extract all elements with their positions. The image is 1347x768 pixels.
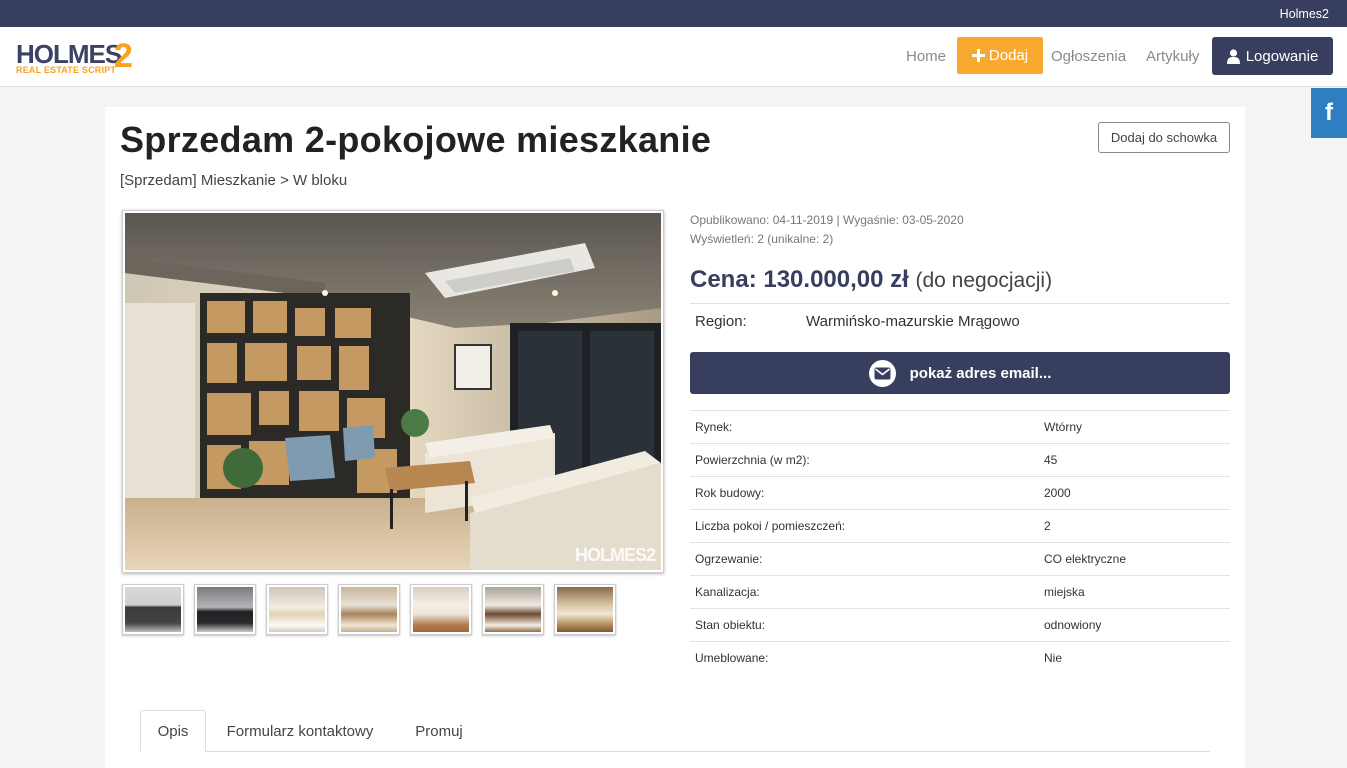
site-name: Holmes2 bbox=[1279, 7, 1329, 21]
logo-text: HOLMES bbox=[16, 39, 122, 69]
region-label: Region: bbox=[695, 313, 747, 330]
attribute-label: Powierzchnia (w m2): bbox=[690, 443, 1039, 477]
tab-description[interactable]: Opis bbox=[140, 710, 206, 752]
nav-home-link[interactable]: Home bbox=[906, 48, 946, 65]
attribute-value: miejska bbox=[1039, 575, 1230, 609]
top-bar: Holmes2 bbox=[0, 0, 1347, 27]
tab-contact-form[interactable]: Formularz kontaktowy bbox=[210, 710, 390, 752]
divider bbox=[690, 303, 1230, 304]
region-value: Warmińsko-mazurskie Mrągowo bbox=[806, 313, 1020, 330]
add-listing-button[interactable]: Dodaj bbox=[957, 37, 1043, 74]
listing-card: Sprzedam 2-pokojowe mieszkanie Dodaj do … bbox=[105, 107, 1245, 768]
thumbnail-6[interactable] bbox=[482, 584, 544, 635]
table-row: Stan obiektu: odnowiony bbox=[690, 608, 1230, 642]
attribute-label: Liczba pokoi / pomieszczeń: bbox=[690, 509, 1039, 543]
logo[interactable]: HOLMES 2 REAL ESTATE SCRIPT bbox=[16, 37, 138, 76]
facebook-icon: f bbox=[1325, 99, 1333, 126]
login-label: Logowanie bbox=[1245, 47, 1319, 65]
price-note: (do negocjacji) bbox=[915, 269, 1053, 292]
login-button[interactable]: Logowanie bbox=[1212, 37, 1333, 75]
tab-promote[interactable]: Promuj bbox=[398, 710, 480, 752]
logo-number: 2 bbox=[114, 37, 133, 75]
thumbnail-1[interactable] bbox=[122, 584, 184, 635]
attribute-value: odnowiony bbox=[1039, 608, 1230, 642]
nav-listings-link[interactable]: Ogłoszenia bbox=[1051, 48, 1126, 65]
logo-tagline: REAL ESTATE SCRIPT bbox=[16, 65, 117, 75]
table-row: Ogrzewanie: CO elektryczne bbox=[690, 542, 1230, 576]
table-row: Rynek: Wtórny bbox=[690, 410, 1230, 444]
attribute-label: Rynek: bbox=[690, 410, 1039, 444]
thumbnail-7[interactable] bbox=[554, 584, 616, 635]
envelope-icon bbox=[868, 359, 896, 387]
main-photo-image: HOLMES2 bbox=[125, 213, 661, 570]
price-label: Cena: bbox=[690, 266, 757, 293]
table-row: Kanalizacja: miejska bbox=[690, 575, 1230, 609]
table-row: Powierzchnia (w m2): 45 bbox=[690, 443, 1230, 477]
attribute-value: 2000 bbox=[1039, 476, 1230, 510]
attribute-label: Stan obiektu: bbox=[690, 608, 1039, 642]
plus-icon bbox=[971, 49, 985, 62]
attribute-value: Nie bbox=[1039, 641, 1230, 675]
main-photo[interactable]: HOLMES2 bbox=[122, 210, 664, 573]
listing-meta: Opublikowano: 04-11-2019 | Wygaśnie: 03-… bbox=[690, 211, 964, 249]
show-email-button[interactable]: pokaż adres email... bbox=[690, 352, 1230, 394]
thumbnail-2[interactable] bbox=[194, 584, 256, 635]
listing-title: Sprzedam 2-pokojowe mieszkanie bbox=[120, 119, 712, 160]
navbar: HOLMES 2 REAL ESTATE SCRIPT Home Dodaj O… bbox=[0, 27, 1347, 87]
attribute-label: Ogrzewanie: bbox=[690, 542, 1039, 576]
attribute-value: 2 bbox=[1039, 509, 1230, 543]
attributes-table: Rynek: Wtórny Powierzchnia (w m2): 45 Rok … bbox=[690, 410, 1230, 675]
add-to-clipboard-button[interactable]: Dodaj do schowka bbox=[1098, 122, 1230, 153]
attribute-label: Umeblowane: bbox=[690, 641, 1039, 675]
attribute-label: Rok budowy: bbox=[690, 476, 1039, 510]
add-listing-label: Dodaj bbox=[988, 47, 1029, 64]
table-row: Liczba pokoi / pomieszczeń: 2 bbox=[690, 509, 1230, 543]
attribute-value: 45 bbox=[1039, 443, 1230, 477]
living-room-photo bbox=[125, 213, 661, 570]
table-row: Umeblowane: Nie bbox=[690, 641, 1230, 675]
publication-dates: Opublikowano: 04-11-2019 | Wygaśnie: 03-… bbox=[690, 213, 964, 227]
view-count: Wyświetleń: 2 (unikalne: 2) bbox=[690, 232, 834, 246]
thumbnail-3[interactable] bbox=[266, 584, 328, 635]
nav-articles-link[interactable]: Artykuły bbox=[1146, 48, 1199, 65]
attribute-value: CO elektryczne bbox=[1039, 542, 1230, 576]
detail-tabs: Opis Formularz kontaktowy Promuj bbox=[140, 710, 1210, 752]
user-icon bbox=[1226, 48, 1240, 64]
thumbnail-strip bbox=[122, 584, 616, 635]
thumbnail-4[interactable] bbox=[338, 584, 400, 635]
facebook-side-button[interactable]: f bbox=[1311, 88, 1347, 138]
price: Cena: 130.000,00 zł (do negocjacji) bbox=[690, 266, 1052, 294]
thumbnail-5[interactable] bbox=[410, 584, 472, 635]
attribute-label: Kanalizacja: bbox=[690, 575, 1039, 609]
photo-watermark: HOLMES2 bbox=[574, 545, 656, 565]
table-row: Rok budowy: 2000 bbox=[690, 476, 1230, 510]
price-value: 130.000,00 zł bbox=[763, 266, 909, 293]
show-email-label: pokaż adres email... bbox=[909, 364, 1052, 382]
attribute-value: Wtórny bbox=[1039, 410, 1230, 444]
breadcrumb[interactable]: [Sprzedam] Mieszkanie > W bloku bbox=[120, 172, 347, 189]
